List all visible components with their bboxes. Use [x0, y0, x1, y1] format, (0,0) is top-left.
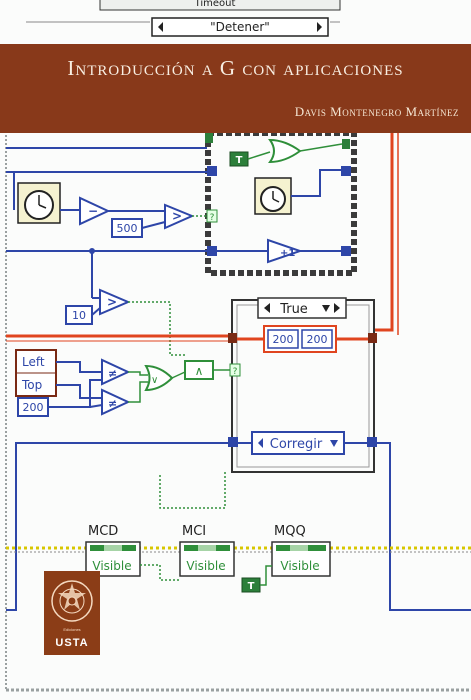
subtract-node[interactable]: − — [79, 196, 111, 226]
book-title: Introducción a G con aplicaciones — [67, 56, 404, 80]
property-node-mci-prop: Visible — [186, 559, 225, 573]
case-selector[interactable]: True — [257, 297, 347, 319]
svg-text:−: − — [88, 204, 98, 218]
not-equal-node-1[interactable]: ≠ — [101, 358, 131, 386]
bool-true-constant-1[interactable]: T — [229, 151, 249, 167]
svg-text:≠: ≠ — [108, 397, 117, 410]
seal-icon — [51, 580, 93, 622]
numeric-constant-10[interactable]: 10 — [65, 305, 93, 325]
book-cover: Timeout "Detener" T +1 ? − > 500 > 10 Tr… — [0, 0, 471, 700]
property-node-mcd[interactable]: MCD Visible — [85, 524, 141, 577]
greater-than-node-1[interactable]: > — [164, 203, 195, 230]
property-node-mcd-name: MCD — [88, 524, 118, 539]
property-node-mci[interactable]: MCI Visible — [179, 524, 235, 577]
const-500-label: 500 — [117, 222, 138, 235]
publisher-name: USTA — [55, 637, 89, 649]
enum-constant[interactable]: Corregir — [251, 431, 345, 455]
property-node-mqq-name: MQQ — [274, 524, 306, 539]
case-selector-qmark: ? — [233, 367, 238, 377]
unbundle-by-name[interactable]: Left Top — [15, 349, 57, 397]
svg-text:≠: ≠ — [108, 367, 117, 380]
or-gate-top[interactable] — [268, 138, 302, 164]
unbundle-item-left: Left — [22, 355, 45, 369]
svg-text:∧: ∧ — [195, 364, 204, 378]
enum-value-label: Corregir — [270, 437, 323, 452]
svg-text:+1: +1 — [280, 248, 295, 259]
top-selector-label: "Detener" — [210, 20, 270, 34]
bool-true-label-2: T — [248, 581, 255, 592]
const-200-label: 200 — [23, 401, 44, 414]
loop-condition-qmark: ? — [210, 213, 215, 223]
top-selector[interactable]: "Detener" — [151, 17, 329, 37]
svg-text:>: > — [107, 295, 117, 309]
timer-icon-inner[interactable] — [254, 177, 292, 215]
svg-text:>: > — [172, 209, 182, 223]
cluster-value-1: 200 — [273, 333, 294, 346]
bool-true-constant-2[interactable]: T — [241, 577, 261, 593]
top-partial-label: Timeout — [194, 0, 236, 9]
increment-node[interactable]: +1 — [267, 238, 304, 264]
and-gate[interactable]: ∧ — [184, 360, 214, 380]
book-author: Davis Montenegro Martínez — [294, 104, 459, 119]
svg-text:∨: ∨ — [151, 375, 158, 386]
numeric-constant-200[interactable]: 200 — [17, 397, 49, 417]
cluster-value-2: 200 — [307, 333, 328, 346]
cluster-constant[interactable]: 200 200 — [263, 325, 337, 353]
top-partial-frame: Timeout — [99, 0, 341, 11]
not-equal-node-2[interactable]: ≠ — [101, 388, 131, 416]
unbundle-item-top: Top — [21, 378, 42, 392]
property-node-mqq[interactable]: MQQ Visible — [271, 524, 331, 577]
publisher-arc-text: Ediciones — [63, 627, 81, 632]
or-gate-bottom[interactable]: ∨ — [144, 364, 174, 392]
property-node-mqq-prop: Visible — [280, 559, 319, 573]
publisher-logo: Ediciones USTA — [44, 571, 100, 655]
numeric-constant-500[interactable]: 500 — [111, 218, 143, 238]
greater-than-node-2[interactable]: > — [99, 288, 131, 316]
timer-icon-outer[interactable] — [17, 182, 61, 224]
orange-wire-right — [375, 133, 394, 332]
bool-true-label-1: T — [236, 155, 243, 166]
const-10-label: 10 — [72, 309, 86, 322]
case-selector-label: True — [279, 302, 308, 317]
property-node-mci-name: MCI — [182, 524, 206, 539]
